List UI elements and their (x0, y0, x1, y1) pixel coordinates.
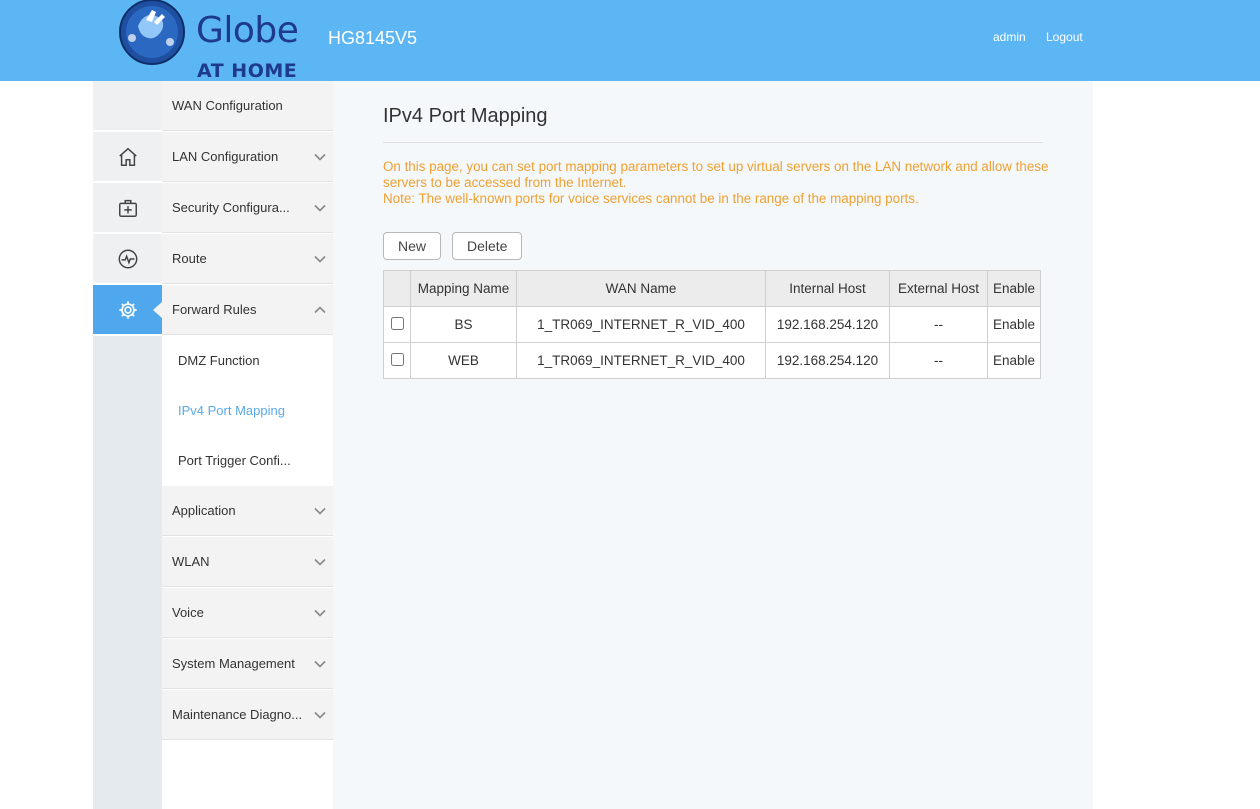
menu-item-label: Application (172, 503, 236, 518)
menu-item-label: Route (172, 251, 207, 266)
title-divider (383, 142, 1043, 143)
brand-logo-subtext: AT HOME (197, 60, 298, 82)
cell-mapping-name: BS (410, 306, 517, 343)
medkit-icon (118, 199, 137, 217)
rail-status[interactable] (93, 234, 162, 285)
cell-external-host: -- (889, 306, 988, 343)
settings-menu: WAN Configuration LAN Configuration Secu… (162, 81, 333, 809)
cell-enable: Enable (987, 306, 1041, 343)
chevron-down-icon (314, 660, 326, 668)
home-icon (118, 147, 137, 166)
menu-item-label: Maintenance Diagno... (172, 707, 303, 722)
rail-settings-active[interactable] (93, 285, 163, 336)
menu-item-application[interactable]: Application (162, 486, 333, 536)
submenu-item-ipv4-port-mapping[interactable]: IPv4 Port Mapping (162, 386, 333, 436)
menu-item-lan-configuration[interactable]: LAN Configuration (162, 132, 333, 182)
table-row[interactable]: BS 1_TR069_INTERNET_R_VID_400 192.168.25… (383, 306, 1041, 343)
menu-item-label: LAN Configuration (172, 149, 279, 164)
rail-home[interactable] (93, 132, 162, 183)
logout-link[interactable]: Logout (1046, 30, 1083, 44)
icon-rail (93, 81, 163, 809)
cell-wan-name: 1_TR069_INTERNET_R_VID_400 (516, 306, 766, 343)
menu-item-route[interactable]: Route (162, 234, 333, 284)
menu-item-wlan[interactable]: WLAN (162, 537, 333, 587)
chevron-down-icon (314, 507, 326, 515)
pulse-icon (118, 249, 137, 268)
menu-item-label: Voice (172, 605, 204, 620)
page-title: IPv4 Port Mapping (383, 105, 548, 127)
menu-item-label: System Management (172, 656, 295, 671)
chevron-down-icon (314, 711, 326, 719)
menu-item-label: Forward Rules (172, 302, 257, 317)
column-header-enable: Enable (987, 270, 1041, 307)
port-mapping-table: Mapping Name WAN Name Internal Host Exte… (383, 270, 1041, 379)
cell-external-host: -- (889, 342, 988, 379)
row-select-cell (383, 342, 411, 379)
table-row[interactable]: WEB 1_TR069_INTERNET_R_VID_400 192.168.2… (383, 342, 1041, 379)
page-description: On this page, you can set port mapping p… (383, 159, 1053, 207)
row-checkbox[interactable] (390, 316, 404, 330)
main-content: IPv4 Port Mapping On this page, you can … (333, 81, 1093, 809)
menu-item-maintenance-diagnosis[interactable]: Maintenance Diagno... (162, 690, 333, 740)
menu-item-forward-rules[interactable]: Forward Rules (162, 285, 333, 335)
submenu-item-dmz-function[interactable]: DMZ Function (162, 336, 333, 386)
menu-item-wan-configuration[interactable]: WAN Configuration (162, 81, 333, 131)
menu-item-label: WAN Configuration (172, 98, 283, 113)
chevron-down-icon (314, 204, 326, 212)
new-button[interactable]: New (383, 232, 442, 260)
chevron-down-icon (314, 153, 326, 161)
cell-internal-host: 192.168.254.120 (765, 306, 890, 343)
chevron-up-icon (314, 306, 326, 314)
column-header-mapping-name: Mapping Name (410, 270, 517, 307)
chevron-down-icon (314, 558, 326, 566)
globe-logo-icon (119, 0, 185, 65)
cell-enable: Enable (987, 342, 1041, 379)
top-header: Globe AT HOME HG8145V5 admin Logout (0, 0, 1260, 82)
column-header-internal-host: Internal Host (765, 270, 890, 307)
brand-logo-text: Globe (196, 10, 299, 51)
chevron-down-icon (314, 255, 326, 263)
column-header-wan-name: WAN Name (516, 270, 766, 307)
device-model: HG8145V5 (328, 28, 418, 48)
row-checkbox[interactable] (390, 352, 404, 366)
rail-advanced[interactable] (93, 183, 162, 234)
description-note: Note: The well-known ports for voice ser… (383, 191, 919, 206)
cell-mapping-name: WEB (410, 342, 517, 379)
cell-internal-host: 192.168.254.120 (765, 342, 890, 379)
description-text: On this page, you can set port mapping p… (383, 159, 1049, 190)
menu-item-system-management[interactable]: System Management (162, 639, 333, 689)
menu-item-label: Security Configura... (172, 200, 290, 215)
menu-item-security-configuration[interactable]: Security Configura... (162, 183, 333, 233)
user-account-link[interactable]: admin (993, 30, 1026, 44)
delete-button[interactable]: Delete (452, 232, 523, 260)
menu-item-label: WLAN (172, 554, 210, 569)
gear-icon (118, 300, 137, 319)
menu-item-voice[interactable]: Voice (162, 588, 333, 638)
submenu-item-port-trigger[interactable]: Port Trigger Confi... (162, 436, 333, 486)
rail-blank (93, 81, 162, 132)
table-header-row: Mapping Name WAN Name Internal Host Exte… (383, 270, 1041, 307)
column-header-external-host: External Host (889, 270, 988, 307)
row-select-cell (383, 306, 411, 343)
cell-wan-name: 1_TR069_INTERNET_R_VID_400 (516, 342, 766, 379)
select-column-header (383, 270, 411, 307)
chevron-down-icon (314, 609, 326, 617)
